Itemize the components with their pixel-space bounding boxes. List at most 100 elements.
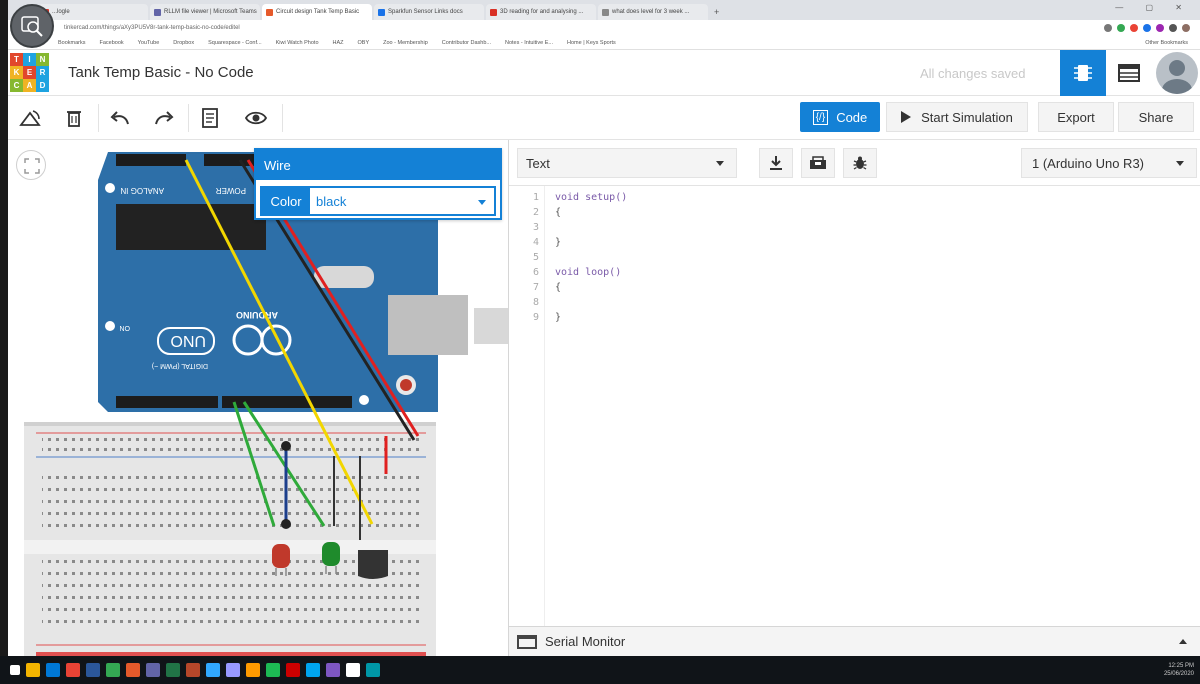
taskbar-app-icon[interactable]: [246, 663, 260, 677]
design-title[interactable]: Tank Temp Basic - No Code: [68, 64, 254, 81]
magnifier-icon[interactable]: [10, 4, 54, 48]
redo-button[interactable]: [150, 104, 178, 132]
bookmark[interactable]: Bookmarks: [58, 40, 86, 46]
chevron-up-icon: [1179, 639, 1187, 644]
bookmark[interactable]: Squarespace - Conf...: [208, 40, 262, 46]
tinkercad-logo[interactable]: T I N K E R C A D: [10, 53, 50, 93]
taskbar-app-icon[interactable]: [326, 663, 340, 677]
tab-label: RLLM file viewer | Microsoft Teams: [164, 9, 257, 15]
rotate-button[interactable]: [16, 104, 44, 132]
temperature-sensor[interactable]: [358, 550, 388, 579]
system-clock[interactable]: 12:25 PM 25/06/2020: [1164, 662, 1194, 678]
undo-icon: [110, 111, 129, 125]
circuit-view-button[interactable]: [1060, 50, 1106, 96]
extension-icon[interactable]: [1130, 24, 1138, 32]
taskbar-app-icon[interactable]: [46, 663, 60, 677]
wire-color-select[interactable]: Color black: [260, 186, 496, 216]
taskbar-app-icon[interactable]: [126, 663, 140, 677]
taskbar-app-icon[interactable]: [26, 663, 40, 677]
share-button[interactable]: Share: [1118, 102, 1194, 132]
tab-label: 3D reading for and analysing ...: [500, 9, 584, 15]
wire-color-value[interactable]: black: [310, 188, 494, 214]
taskbar-app-icon[interactable]: [286, 663, 300, 677]
line-number: 6: [532, 267, 539, 278]
taskbar-app-icon[interactable]: [166, 663, 180, 677]
visibility-button[interactable]: [242, 104, 270, 132]
extension-icon[interactable]: [1117, 24, 1125, 32]
other-bookmarks[interactable]: Other Bookmarks: [1145, 40, 1188, 46]
start-simulation-button[interactable]: Start Simulation: [886, 102, 1028, 132]
bookmark[interactable]: Zoo - Membership: [383, 40, 428, 46]
bookmark[interactable]: Dropbox: [173, 40, 194, 46]
bookmark[interactable]: Kiwi Watch Photo: [276, 40, 319, 46]
code-mode-select[interactable]: Text: [517, 148, 737, 178]
line-number: 8: [532, 297, 539, 308]
delete-button[interactable]: [60, 104, 88, 132]
download-code-button[interactable]: [759, 148, 793, 178]
notes-button[interactable]: [196, 104, 224, 132]
taskbar-app-icon[interactable]: [206, 663, 220, 677]
bookmark[interactable]: OBY: [358, 40, 370, 46]
windows-start-icon[interactable]: [10, 665, 20, 675]
logo-letter: C: [10, 79, 23, 92]
line-number-gutter: 1 2 3 4 5 6 7 8 9: [509, 186, 545, 626]
taskbar-app-icon[interactable]: [66, 663, 80, 677]
window-controls[interactable]: — ▢ ✕: [1115, 3, 1192, 12]
component-list-button[interactable]: [1106, 50, 1152, 96]
debugger-button[interactable]: [843, 148, 877, 178]
browser-tab[interactable]: what does level for 3 week ...: [598, 4, 708, 20]
bookmark[interactable]: Contributor Dashb...: [442, 40, 491, 46]
bookmark[interactable]: Facebook: [100, 40, 124, 46]
extension-icon[interactable]: [1156, 24, 1164, 32]
bookmark[interactable]: HAZ: [333, 40, 344, 46]
wire-endpoint[interactable]: [281, 441, 291, 451]
bookmark[interactable]: Notes - Intuitive E...: [505, 40, 553, 46]
chevron-down-icon: [478, 200, 486, 205]
serial-monitor-bar[interactable]: Serial Monitor: [509, 626, 1200, 656]
taskbar-app-icon[interactable]: [266, 663, 280, 677]
browser-tab[interactable]: 3D reading for and analysing ...: [486, 4, 596, 20]
browser-tab[interactable]: Sparkfun Sensor Links docs: [374, 4, 484, 20]
arduino-model: UNO: [170, 332, 206, 349]
user-avatar[interactable]: [1156, 52, 1198, 94]
browser-tab[interactable]: ...logle: [38, 4, 148, 20]
taskbar-app-icon[interactable]: [86, 663, 100, 677]
clock-date: 25/06/2020: [1163, 671, 1194, 677]
taskbar-app-icon[interactable]: [186, 663, 200, 677]
bookmark[interactable]: YouTube: [138, 40, 160, 46]
browser-tab-active[interactable]: Circuit design Tank Temp Basic: [262, 4, 372, 20]
browser-tab[interactable]: RLLM file viewer | Microsoft Teams: [150, 4, 260, 20]
tab-label: Sparkfun Sensor Links docs: [388, 9, 463, 15]
taskbar-app-icon[interactable]: [366, 663, 380, 677]
taskbar-app-icon[interactable]: [226, 663, 240, 677]
line-number: 4: [532, 237, 539, 248]
board-select[interactable]: 1 (Arduino Uno R3): [1021, 148, 1197, 178]
toolbar-divider: [282, 104, 283, 132]
profile-icon[interactable]: [1182, 24, 1190, 32]
extension-icon[interactable]: [1104, 24, 1112, 32]
address-bar[interactable]: tinkercad.com/things/aXy3PU5V8r-tank-tem…: [8, 20, 1200, 36]
new-tab-button[interactable]: +: [714, 4, 719, 20]
clock-time: 12:25 PM: [1168, 663, 1194, 669]
undo-button[interactable]: [106, 104, 134, 132]
wire-endpoint[interactable]: [281, 519, 291, 529]
extension-icon[interactable]: [1169, 24, 1177, 32]
code-editor[interactable]: 1 2 3 4 5 6 7 8 9 void setup() { } void …: [509, 186, 1200, 626]
code-line: }: [555, 237, 562, 248]
code-button[interactable]: {/} Code: [800, 102, 880, 132]
code-line: }: [555, 312, 562, 323]
tab-label: Circuit design Tank Temp Basic: [276, 9, 360, 15]
extension-icon[interactable]: [1143, 24, 1151, 32]
taskbar-app-icon[interactable]: [146, 663, 160, 677]
play-icon: [901, 111, 912, 123]
digital-label: DIGITAL (PWM ~): [152, 362, 208, 369]
taskbar-app-icon[interactable]: [106, 663, 120, 677]
logo-letter: E: [23, 66, 36, 79]
export-button[interactable]: Export: [1038, 102, 1114, 132]
libraries-button[interactable]: [801, 148, 835, 178]
logo-letter: T: [10, 53, 23, 66]
library-icon: [810, 156, 826, 169]
taskbar-app-icon[interactable]: [346, 663, 360, 677]
bookmark[interactable]: Home | Keys Sports: [567, 40, 616, 46]
taskbar-app-icon[interactable]: [306, 663, 320, 677]
